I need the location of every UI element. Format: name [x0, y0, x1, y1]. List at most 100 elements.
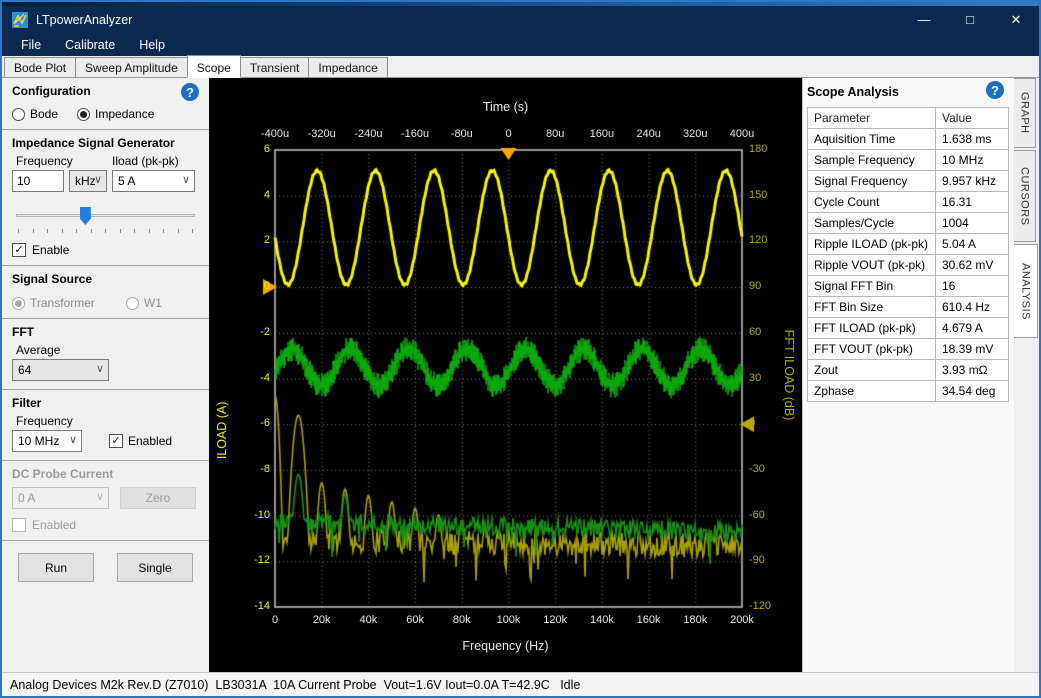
iload-select[interactable]: 5 A ∨: [112, 170, 195, 192]
bode-radio-label: Bode: [30, 107, 58, 121]
slider-tick: [192, 229, 193, 233]
table-row[interactable]: FFT ILOAD (pk-pk)4.679 A: [808, 318, 1009, 339]
close-button[interactable]: ✕: [993, 6, 1039, 33]
w1-radio[interactable]: [126, 297, 139, 310]
value-cell: 30.62 mV: [936, 255, 1009, 276]
transformer-radio[interactable]: [12, 297, 25, 310]
signal-source-title: Signal Source: [12, 272, 199, 286]
axis-tick-label: 2: [264, 234, 270, 246]
tab-impedance[interactable]: Impedance: [308, 57, 387, 77]
tab-sweep-amplitude[interactable]: Sweep Amplitude: [75, 57, 188, 77]
axis-tick-label: 80u: [546, 128, 564, 140]
single-button[interactable]: Single: [117, 553, 193, 582]
impedance-radio-label: Impedance: [95, 107, 154, 121]
tab-bode-plot[interactable]: Bode Plot: [4, 57, 76, 77]
slider-tick: [134, 229, 135, 233]
axis-tick-label: -160u: [401, 128, 429, 140]
table-row[interactable]: Zout3.93 mΩ: [808, 360, 1009, 381]
table-row[interactable]: Aquisition Time1.638 ms: [808, 129, 1009, 150]
table-row[interactable]: Sample Frequency10 MHz: [808, 150, 1009, 171]
table-row[interactable]: Ripple ILOAD (pk-pk)5.04 A: [808, 234, 1009, 255]
filter-section: Filter Frequency 10 MHz ∨ ✓ Enabled: [2, 390, 209, 461]
axis-tick-label: -30: [749, 463, 765, 475]
signal-source-section: Signal Source Transformer W1: [2, 266, 209, 319]
axis-tick-label: 60: [749, 326, 761, 338]
side-tab-cursors[interactable]: CURSORS: [1014, 150, 1036, 242]
table-row[interactable]: Signal FFT Bin16: [808, 276, 1009, 297]
app-window: LTpowerAnalyzer — □ ✕ File Calibrate Hel…: [0, 0, 1041, 698]
title-bar[interactable]: LTpowerAnalyzer — □ ✕: [2, 6, 1039, 33]
average-select[interactable]: 64 ∨: [12, 359, 109, 381]
dc-probe-enabled-label: Enabled: [32, 518, 76, 532]
table-row[interactable]: FFT Bin Size610.4 Hz: [808, 297, 1009, 318]
axis-tick-label: 20k: [313, 614, 331, 626]
scope-plot: Time (s) Frequency (Hz) ILOAD (A) FFT IL…: [209, 78, 802, 672]
frequency-unit-select[interactable]: kHz ∨: [69, 170, 107, 192]
slider-tick: [105, 229, 106, 233]
chevron-down-icon: ∨: [69, 433, 77, 446]
signal-generator-title: Impedance Signal Generator: [12, 136, 199, 150]
slider-tick: [76, 229, 77, 233]
run-button-row: Run Single: [2, 541, 209, 582]
dc-probe-select[interactable]: 0 A ∨: [12, 487, 109, 509]
value-cell: 10 MHz: [936, 150, 1009, 171]
value-cell: 5.04 A: [936, 234, 1009, 255]
tab-scope[interactable]: Scope: [187, 55, 241, 78]
axis-tick-label: -8: [260, 463, 270, 475]
axis-tick-label: -80u: [451, 128, 473, 140]
frequency-unit-value: kHz: [75, 174, 96, 188]
filter-enabled-checkbox[interactable]: ✓: [109, 434, 123, 448]
frequency-slider-thumb[interactable]: [80, 207, 91, 225]
axis-tick-label: -6: [260, 417, 270, 429]
value-cell: 3.93 mΩ: [936, 360, 1009, 381]
maximize-button[interactable]: □: [947, 6, 993, 33]
menu-file[interactable]: File: [10, 35, 52, 55]
parameter-cell: Signal FFT Bin: [808, 276, 936, 297]
frequency-slider[interactable]: [12, 206, 199, 226]
table-row[interactable]: FFT VOUT (pk-pk)18.39 mV: [808, 339, 1009, 360]
filter-enabled-label: Enabled: [128, 434, 172, 448]
window-title: LTpowerAnalyzer: [36, 13, 132, 27]
frequency-input[interactable]: [12, 170, 64, 192]
analysis-help-icon[interactable]: ?: [986, 81, 1004, 99]
axis-tick-label: 100k: [497, 614, 521, 626]
table-row[interactable]: Ripple VOUT (pk-pk)30.62 mV: [808, 255, 1009, 276]
axis-tick-label: -400u: [261, 128, 289, 140]
bode-radio[interactable]: [12, 108, 25, 121]
parameter-cell: FFT ILOAD (pk-pk): [808, 318, 936, 339]
minimize-button[interactable]: —: [901, 6, 947, 33]
filter-frequency-value: 10 MHz: [18, 434, 59, 448]
tab-transient[interactable]: Transient: [240, 57, 310, 77]
axis-tick-label: 80k: [453, 614, 471, 626]
menu-help[interactable]: Help: [128, 35, 176, 55]
value-cell: 18.39 mV: [936, 339, 1009, 360]
table-row[interactable]: Signal Frequency9.957 kHz: [808, 171, 1009, 192]
frequency-label: Frequency: [16, 154, 112, 168]
zero-button[interactable]: Zero: [120, 487, 196, 509]
chevron-down-icon: ∨: [182, 173, 190, 186]
table-row[interactable]: Samples/Cycle1004: [808, 213, 1009, 234]
table-row[interactable]: Zphase34.54 deg: [808, 381, 1009, 402]
table-row[interactable]: Cycle Count16.31: [808, 192, 1009, 213]
dc-probe-enabled-checkbox[interactable]: [12, 518, 26, 532]
slider-tick: [163, 229, 164, 233]
sidebar: Configuration ? Bode Impedance Impedance…: [2, 78, 209, 672]
axis-tick-label: 160k: [637, 614, 661, 626]
impedance-radio[interactable]: [77, 108, 90, 121]
side-tab-analysis[interactable]: ANALYSIS: [1014, 244, 1038, 338]
slider-tick: [120, 229, 121, 233]
iload-label: Iload (pk-pk): [112, 154, 179, 168]
filter-frequency-select[interactable]: 10 MHz ∨: [12, 430, 82, 452]
menu-calibrate[interactable]: Calibrate: [54, 35, 126, 55]
parameter-cell: Aquisition Time: [808, 129, 936, 150]
frequency-slider-track[interactable]: [16, 214, 195, 217]
configuration-help-icon[interactable]: ?: [181, 83, 199, 101]
enable-checkbox[interactable]: ✓: [12, 243, 26, 257]
axis-tick-label: -60: [749, 509, 765, 521]
side-tab-graph[interactable]: GRAPH: [1014, 78, 1036, 148]
scope-analysis-panel: Scope Analysis ? ParameterValueAquisitio…: [802, 78, 1014, 672]
axis-tick-label: 180k: [683, 614, 707, 626]
run-button[interactable]: Run: [18, 553, 94, 582]
parameter-cell: FFT VOUT (pk-pk): [808, 339, 936, 360]
scope-canvas[interactable]: [209, 78, 802, 672]
